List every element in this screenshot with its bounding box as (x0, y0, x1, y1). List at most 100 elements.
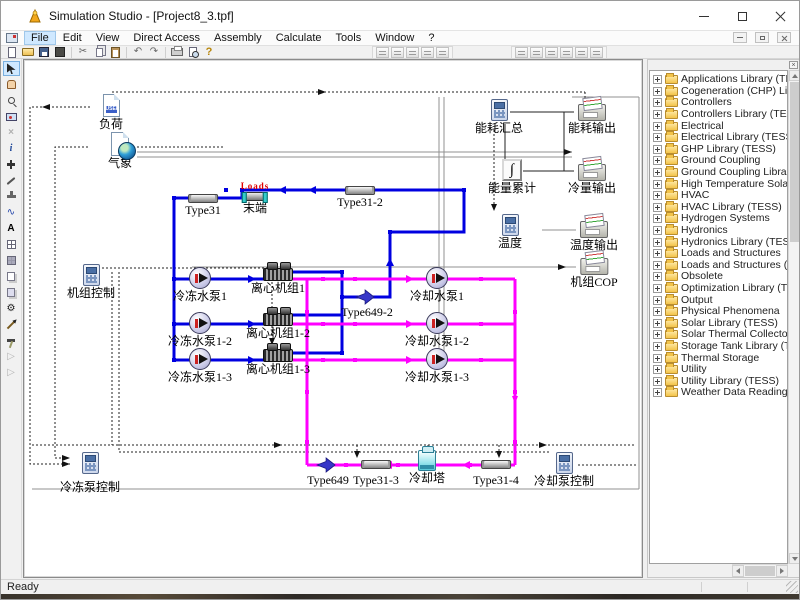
expand-icon[interactable] (653, 388, 662, 397)
tree-item[interactable]: Hydrogen Systems (651, 213, 787, 225)
paste-button[interactable] (107, 46, 123, 59)
expand-icon[interactable] (653, 330, 662, 339)
expand-icon[interactable] (653, 296, 662, 305)
node-chw-pump1[interactable]: 冷冻水泵1 (173, 267, 227, 303)
node-type649-2[interactable]: Type649-2 (341, 289, 393, 319)
node-chw-pump2[interactable]: 冷冻水泵1-2 (168, 312, 232, 348)
snapshot-tool-button[interactable] (3, 109, 20, 124)
tool-icon-a3[interactable] (406, 47, 419, 58)
node-type31-2[interactable]: Type31-2 (337, 186, 383, 209)
expand-icon[interactable] (653, 156, 662, 165)
node-unit-cop[interactable]: 机组COP (570, 258, 617, 289)
tool-icon-b3[interactable] (545, 47, 558, 58)
tree-item[interactable]: HVAC (651, 190, 787, 202)
expand-icon[interactable] (653, 168, 662, 177)
expand-icon[interactable] (653, 133, 662, 142)
text-tool-button[interactable]: A (3, 221, 20, 236)
scroll-right-arrow[interactable] (776, 565, 788, 577)
menu-window[interactable]: Window (368, 31, 421, 45)
print-preview-button[interactable] (185, 46, 201, 59)
mdi-close-button[interactable] (777, 32, 791, 43)
tree-vertical-scrollbar[interactable] (788, 70, 800, 564)
delete-tool-button[interactable]: × (3, 125, 20, 140)
tree-item[interactable]: Loads and Structures (TESS) (651, 260, 787, 272)
node-temp[interactable]: 温度 (498, 214, 522, 250)
run-alt-tool-button[interactable]: ▷ (3, 365, 20, 380)
menu-view[interactable]: View (89, 31, 127, 45)
tree-item[interactable]: Weather Data Reading and Process (651, 387, 787, 399)
node-temp-out[interactable]: 温度输出 (570, 221, 618, 252)
expand-icon[interactable] (653, 203, 662, 212)
open-file-button[interactable] (20, 46, 36, 59)
info-tool-button[interactable]: i (3, 141, 20, 156)
tree-item[interactable]: Optimization Library (TESS) (651, 283, 787, 295)
tree-item[interactable]: GHP Library (TESS) (651, 144, 787, 156)
expand-icon[interactable] (653, 261, 662, 270)
node-energy-sum[interactable]: 能耗汇总 (475, 99, 523, 135)
expand-icon[interactable] (653, 354, 662, 363)
menu-assembly[interactable]: Assembly (207, 31, 269, 45)
node-type31-3[interactable]: Type31-3 (353, 460, 399, 487)
pen-tool-button[interactable] (3, 317, 20, 332)
menu-calculate[interactable]: Calculate (269, 31, 329, 45)
signal-tool-button[interactable]: ∿ (3, 205, 20, 220)
expand-icon[interactable] (653, 377, 662, 386)
node-terminal[interactable]: Loads 末端 (241, 181, 270, 215)
tree-horizontal-scrollbar[interactable] (732, 564, 788, 577)
expand-icon[interactable] (653, 319, 662, 328)
node-cw-pump3[interactable]: 冷却水泵1-3 (405, 348, 469, 384)
tool-icon-b2[interactable] (530, 47, 543, 58)
tree-item[interactable]: HVAC Library (TESS) (651, 202, 787, 214)
grid-tool-button[interactable] (3, 237, 20, 252)
tree-item[interactable]: Physical Phenomena (651, 306, 787, 318)
expand-icon[interactable] (653, 87, 662, 96)
adjust-tool-button[interactable] (3, 173, 20, 188)
close-button[interactable] (761, 1, 799, 31)
copy-button[interactable] (91, 46, 107, 59)
expand-icon[interactable] (653, 214, 662, 223)
sheets-tool-button[interactable] (3, 269, 20, 284)
help-button[interactable]: ? (201, 46, 217, 59)
node-cooling-out[interactable]: 冷量输出 (568, 164, 616, 195)
node-load[interactable]: USER 负荷 (99, 94, 123, 131)
tool-icon-b6[interactable] (590, 47, 603, 58)
expand-icon[interactable] (653, 145, 662, 154)
expand-icon[interactable] (653, 272, 662, 281)
tool-icon-b1[interactable] (515, 47, 528, 58)
tool-icon-a5[interactable] (436, 47, 449, 58)
mdi-minimize-button[interactable] (733, 32, 747, 43)
minimize-button[interactable] (685, 1, 723, 31)
print-button[interactable] (169, 46, 185, 59)
expand-icon[interactable] (653, 226, 662, 235)
title-bar[interactable]: Simulation Studio - [Project8_3.tpf] (1, 1, 799, 31)
node-type649[interactable]: Type649 (307, 457, 349, 487)
save-button[interactable] (36, 46, 52, 59)
sheets-alt-tool-button[interactable] (3, 285, 20, 300)
node-chw-pump3[interactable]: 冷冻水泵1-3 (168, 348, 232, 384)
tool-icon-a4[interactable] (421, 47, 434, 58)
node-energy-out[interactable]: 能耗输出 (568, 104, 616, 135)
node-cw-pump1[interactable]: 冷却水泵1 (410, 267, 464, 303)
tree-item[interactable]: Controllers (651, 97, 787, 109)
tree-item[interactable]: Obsolete (651, 271, 787, 283)
tool-icon-a2[interactable] (391, 47, 404, 58)
tool-icon-b4[interactable] (560, 47, 573, 58)
node-energy-acc[interactable]: ∫ 能量累计 (488, 159, 536, 195)
expand-icon[interactable] (653, 238, 662, 247)
tree-item[interactable]: Solar Library (TESS) (651, 317, 787, 329)
tree-item[interactable]: Cogeneration (CHP) Library (TESS) (651, 86, 787, 98)
link-tool-button[interactable] (3, 157, 20, 172)
tree-item[interactable]: Storage Tank Library (TESS) (651, 341, 787, 353)
mdi-restore-button[interactable] (755, 32, 769, 43)
expand-icon[interactable] (653, 180, 662, 189)
expand-icon[interactable] (653, 110, 662, 119)
scrollbar-thumb[interactable] (745, 566, 775, 576)
node-chiller2[interactable]: 离心机组1-2 (246, 306, 310, 340)
grid-alt-tool-button[interactable] (3, 253, 20, 268)
node-cw-pump-ctrl[interactable]: 冷却泵控制 (534, 452, 594, 488)
library-button[interactable] (52, 46, 68, 59)
menu-direct-access[interactable]: Direct Access (126, 31, 207, 45)
menu-edit[interactable]: Edit (56, 31, 89, 45)
node-cw-pump2[interactable]: 冷却水泵1-2 (405, 312, 469, 348)
stamp-tool-button[interactable] (3, 189, 20, 204)
